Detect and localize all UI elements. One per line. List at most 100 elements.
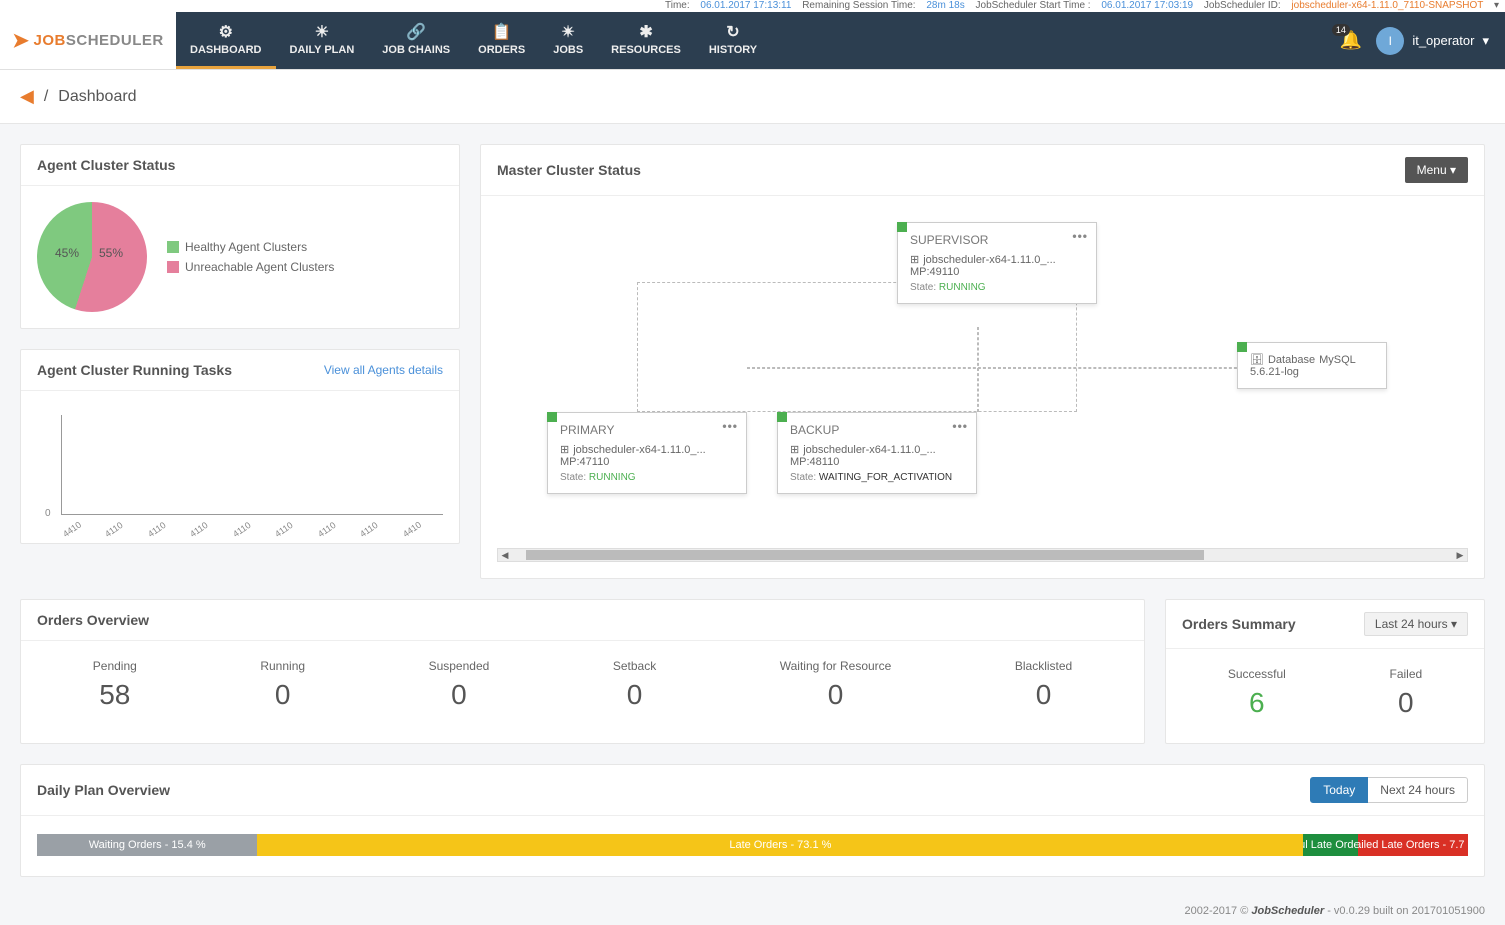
- nav-icon: ☀: [315, 22, 329, 42]
- node-state: RUNNING: [939, 282, 986, 293]
- overview-suspended: Suspended0: [429, 659, 490, 711]
- node-menu-icon[interactable]: •••: [722, 419, 738, 433]
- nav-icon: ✱: [639, 22, 652, 42]
- menu-button[interactable]: Menu ▾: [1405, 157, 1468, 183]
- nav-job-chains[interactable]: 🔗 JOB CHAINS: [368, 12, 464, 69]
- windows-icon: ⊞: [560, 443, 569, 456]
- card-title: Orders Summary: [1182, 616, 1296, 632]
- id-value[interactable]: jobscheduler-x64-1.11.0_7110-SNAPSHOT: [1291, 0, 1483, 11]
- plan-segment[interactable]: Late Orders - 73.1 %: [257, 834, 1303, 856]
- node-menu-icon[interactable]: •••: [1072, 229, 1088, 243]
- session-label: Remaining Session Time:: [802, 0, 915, 11]
- overview-setback: Setback0: [613, 659, 656, 711]
- pie-chart: 45% 55%: [37, 202, 147, 312]
- next24-button[interactable]: Next 24 hours: [1368, 777, 1468, 803]
- node-host: jobscheduler-x64-1.11.0_...: [803, 444, 936, 456]
- nav-dashboard[interactable]: ⚙DASHBOARD: [176, 12, 276, 69]
- overview-running: Running0: [260, 659, 305, 711]
- legend-item-healthy[interactable]: Healthy Agent Clusters: [167, 240, 334, 254]
- plan-segment[interactable]: Successful Late Orders - 3.8 %: [1303, 834, 1357, 856]
- chevron-down-icon[interactable]: ▾: [1494, 0, 1499, 11]
- view-agents-link[interactable]: View all Agents details: [324, 363, 443, 377]
- chevron-down-icon: ▾: [1482, 33, 1489, 49]
- windows-icon: ⊞: [910, 253, 919, 266]
- nav-history[interactable]: ↻HISTORY: [695, 12, 771, 69]
- node-mp: MP:48110: [790, 456, 964, 468]
- pie-legend: Healthy Agent Clusters Unreachable Agent…: [167, 234, 334, 280]
- nav-jobs[interactable]: ✴JOBS: [539, 12, 597, 69]
- master-cluster-card: Master Cluster Status Menu ▾ ••• SUPERVI…: [480, 144, 1485, 579]
- bar-chart: 0 441041104110411041104110411041104410: [37, 407, 443, 527]
- nav-label: JOB CHAINS: [382, 44, 450, 56]
- cluster-node-supervisor[interactable]: ••• SUPERVISOR ⊞ jobscheduler-x64-1.11.0…: [897, 222, 1097, 304]
- node-title: SUPERVISOR: [910, 233, 1084, 247]
- breadcrumb: ◀ / Dashboard: [0, 70, 1505, 124]
- card-title: Agent Cluster Running Tasks: [37, 362, 232, 378]
- node-title: BACKUP: [790, 423, 964, 437]
- swatch-icon: [167, 261, 179, 273]
- id-label: JobScheduler ID:: [1204, 0, 1281, 11]
- horizontal-scrollbar[interactable]: ◀ ▶: [497, 548, 1468, 562]
- logo-part1: JOB: [34, 32, 66, 49]
- back-button[interactable]: ◀: [20, 86, 34, 107]
- user-menu[interactable]: I it_operator ▾: [1376, 27, 1489, 55]
- logo[interactable]: ➤ JOBSCHEDULER: [0, 12, 176, 69]
- nav-icon: 🔗: [406, 22, 426, 42]
- range-dropdown[interactable]: Last 24 hours ▾: [1364, 612, 1468, 636]
- pie-label-healthy: 45%: [55, 246, 79, 260]
- nav-resources[interactable]: ✱RESOURCES: [597, 12, 695, 69]
- successful-count: 6: [1228, 687, 1286, 719]
- node-mp: MP:49110: [910, 266, 1084, 278]
- nav-daily-plan[interactable]: ☀ DAILY PLAN: [276, 12, 369, 69]
- pie-label-unreachable: 55%: [99, 246, 123, 260]
- y-axis-zero: 0: [45, 508, 51, 519]
- legend-item-unreachable[interactable]: Unreachable Agent Clusters: [167, 260, 334, 274]
- breadcrumb-sep: /: [44, 88, 48, 106]
- runner-icon: ➤: [12, 28, 29, 53]
- status-indicator-icon: [547, 412, 557, 422]
- main-nav: ⚙DASHBOARD ☀ DAILY PLAN 🔗 JOB CHAINS 📋 ORDERS ✴…: [176, 12, 1505, 69]
- today-button[interactable]: Today: [1310, 777, 1368, 803]
- session-value: 28m 18s: [926, 0, 964, 11]
- cluster-diagram: ••• SUPERVISOR ⊞ jobscheduler-x64-1.11.0…: [497, 212, 1468, 542]
- db-name: MySQL: [1319, 354, 1356, 366]
- node-mp: MP:47110: [560, 456, 734, 468]
- running-tasks-card: Agent Cluster Running Tasks View all Age…: [20, 349, 460, 544]
- nav-label: ORDERS: [478, 44, 525, 56]
- orders-overview-card: Orders Overview Pending58Running0Suspend…: [20, 599, 1145, 744]
- scroll-left-icon[interactable]: ◀: [498, 550, 512, 561]
- cluster-node-database[interactable]: 🗄 Database MySQL 5.6.21-log: [1237, 342, 1387, 389]
- notifications-button[interactable]: 14 🔔: [1340, 30, 1362, 51]
- cluster-node-primary[interactable]: ••• PRIMARY ⊞ jobscheduler-x64-1.11.0_..…: [547, 412, 747, 494]
- card-title: Daily Plan Overview: [37, 782, 170, 798]
- daily-plan-card: Daily Plan Overview Today Next 24 hours …: [20, 764, 1485, 877]
- overview-pending: Pending58: [93, 659, 137, 711]
- username: it_operator: [1412, 33, 1474, 48]
- plan-segment[interactable]: Waiting Orders - 15.4 %: [37, 834, 257, 856]
- plan-progress-bar: Waiting Orders - 15.4 %Late Orders - 73.…: [37, 834, 1468, 856]
- logo-part2: SCHEDULER: [66, 32, 164, 49]
- windows-icon: ⊞: [790, 443, 799, 456]
- nav-icon: ⚙: [219, 22, 233, 42]
- header: ➤ JOBSCHEDULER ⚙DASHBOARD ☀ DAILY PLAN 🔗 JOB…: [0, 12, 1505, 70]
- scroll-thumb[interactable]: [526, 550, 1204, 560]
- node-host: jobscheduler-x64-1.11.0_...: [923, 254, 1056, 266]
- time-label: Time:: [665, 0, 690, 11]
- nav-icon: 📋: [492, 22, 512, 42]
- nav-right: 14 🔔 I it_operator ▾: [1340, 12, 1505, 69]
- node-title: PRIMARY: [560, 423, 734, 437]
- nav-label: DAILY PLAN: [290, 44, 355, 56]
- summary-failed: Failed 0: [1389, 667, 1422, 719]
- nav-orders[interactable]: 📋 ORDERS: [464, 12, 539, 69]
- node-menu-icon[interactable]: •••: [952, 419, 968, 433]
- plan-segment[interactable]: Failed Late Orders - 7.7 %: [1358, 834, 1468, 856]
- overview-waiting-for-resource: Waiting for Resource0: [780, 659, 892, 711]
- status-indicator-icon: [777, 412, 787, 422]
- database-icon: 🗄: [1250, 353, 1264, 366]
- scroll-right-icon[interactable]: ▶: [1453, 550, 1467, 561]
- card-title: Master Cluster Status: [497, 162, 641, 178]
- cluster-node-backup[interactable]: ••• BACKUP ⊞ jobscheduler-x64-1.11.0_...…: [777, 412, 977, 494]
- db-version: 5.6.21-log: [1250, 366, 1374, 378]
- footer: 2002-2017 © JobScheduler - v0.0.29 built…: [0, 897, 1505, 925]
- avatar: I: [1376, 27, 1404, 55]
